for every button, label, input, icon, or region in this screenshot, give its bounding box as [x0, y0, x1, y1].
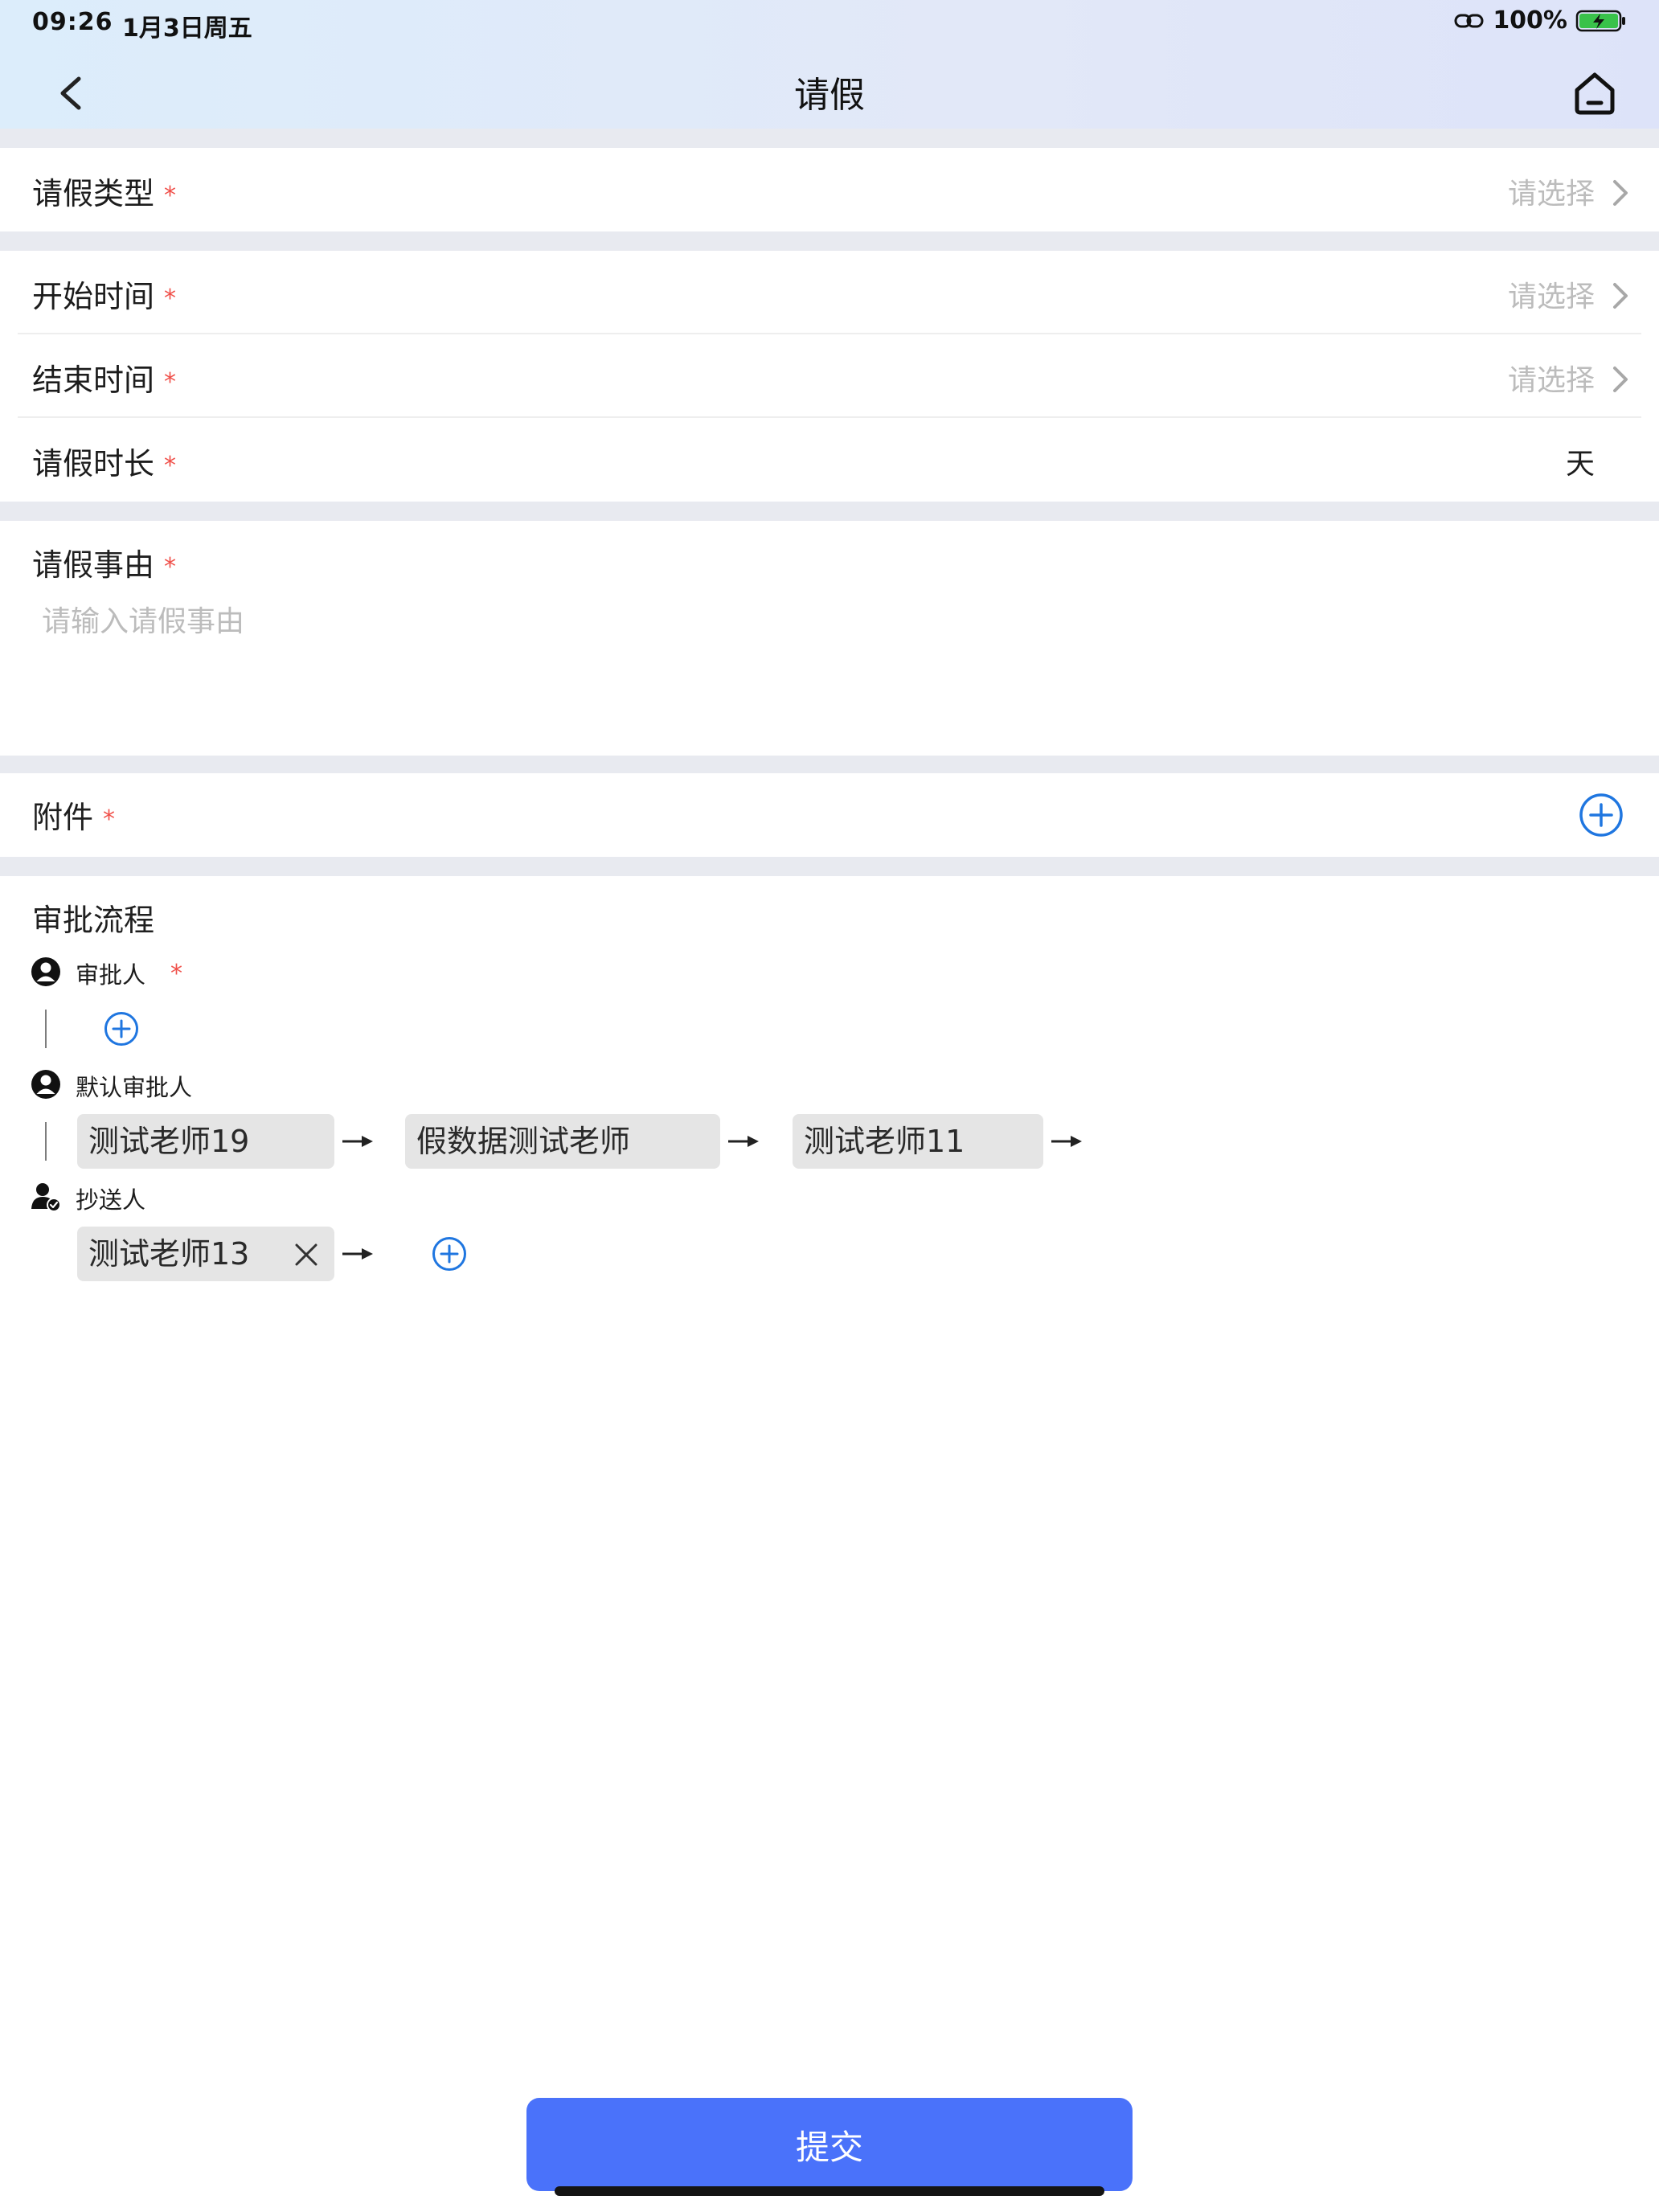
approver-chip: 假数据测试老师: [405, 1114, 720, 1169]
reason-label: 请假事由: [32, 547, 155, 583]
end-time-row[interactable]: 结束时间 * 请选择: [0, 334, 1659, 418]
home-button[interactable]: [1569, 68, 1620, 119]
required-mark: *: [170, 960, 182, 988]
status-time: 09:26: [32, 8, 113, 36]
cc-user-icon: [31, 1183, 61, 1212]
chevron-right-icon: [1613, 367, 1628, 392]
page-title: 请假: [794, 75, 865, 116]
required-mark: *: [164, 553, 177, 581]
top-bar: 09:26 1月3日周五 100% 请假: [0, 0, 1659, 129]
home-icon: [1575, 72, 1615, 115]
close-icon[interactable]: [294, 1243, 318, 1267]
chevron-right-icon: [1613, 180, 1628, 206]
attachment-row: 附件 *: [0, 773, 1659, 857]
attachment-label: 附件: [32, 800, 94, 835]
status-indicators: 100%: [1454, 6, 1627, 35]
separator: [0, 857, 1659, 876]
user-icon: [31, 1070, 60, 1099]
battery-percent: 100%: [1493, 6, 1567, 35]
add-approver-icon[interactable]: [104, 1011, 139, 1047]
flow-connector: [45, 1122, 47, 1161]
leave-type-row[interactable]: 请假类型 * 请选择: [0, 148, 1659, 231]
home-indicator: [555, 2186, 1104, 2196]
approver-label: 审批人: [76, 961, 146, 989]
cc-label: 抄送人: [76, 1186, 146, 1214]
reason-section: 请假事由 * 请输入请假事由: [0, 521, 1659, 756]
submit-button[interactable]: 提交: [526, 2098, 1133, 2191]
add-cc-icon[interactable]: [432, 1236, 467, 1272]
arrow-right-icon: [728, 1136, 759, 1147]
separator: [0, 756, 1659, 773]
required-mark: *: [164, 285, 177, 313]
separator: [0, 129, 1659, 148]
cc-chip: 测试老师13: [77, 1227, 334, 1281]
start-time-value: 请选择: [1507, 281, 1595, 313]
approval-flow-title: 审批流程: [32, 903, 155, 938]
status-date: 1月3日周五: [122, 14, 252, 43]
separator: [0, 231, 1659, 251]
flow-connector: [45, 1010, 47, 1048]
arrow-right-icon: [342, 1248, 373, 1260]
cc-chip-name: 测试老师13: [88, 1236, 250, 1272]
approver-chip: 测试老师19: [77, 1114, 334, 1169]
end-time-label: 结束时间: [32, 363, 155, 398]
default-approver-label: 默认审批人: [76, 1074, 193, 1101]
arrow-right-icon: [1051, 1136, 1082, 1147]
duration-row[interactable]: 请假时长 * 天: [0, 418, 1659, 502]
required-mark: *: [164, 182, 177, 210]
chevron-right-icon: [1613, 283, 1628, 309]
leave-type-value: 请选择: [1507, 178, 1595, 211]
add-attachment-icon[interactable]: [1579, 793, 1624, 838]
link-icon: [1454, 14, 1484, 27]
arrow-right-icon: [342, 1136, 373, 1147]
user-icon: [31, 957, 60, 986]
battery-charging-icon: [1575, 10, 1625, 31]
duration-label: 请假时长: [32, 446, 155, 481]
leave-type-label: 请假类型: [32, 176, 155, 211]
end-time-value: 请选择: [1507, 364, 1595, 397]
start-time-row[interactable]: 开始时间 * 请选择: [0, 251, 1659, 334]
required-mark: *: [164, 368, 177, 396]
duration-unit: 天: [1565, 448, 1595, 481]
required-mark: *: [164, 452, 177, 480]
reason-textarea[interactable]: 请输入请假事由: [42, 598, 244, 640]
start-time-label: 开始时间: [32, 279, 155, 314]
separator: [0, 502, 1659, 521]
required-mark: *: [103, 805, 116, 834]
approver-chip: 测试老师11: [793, 1114, 1043, 1169]
